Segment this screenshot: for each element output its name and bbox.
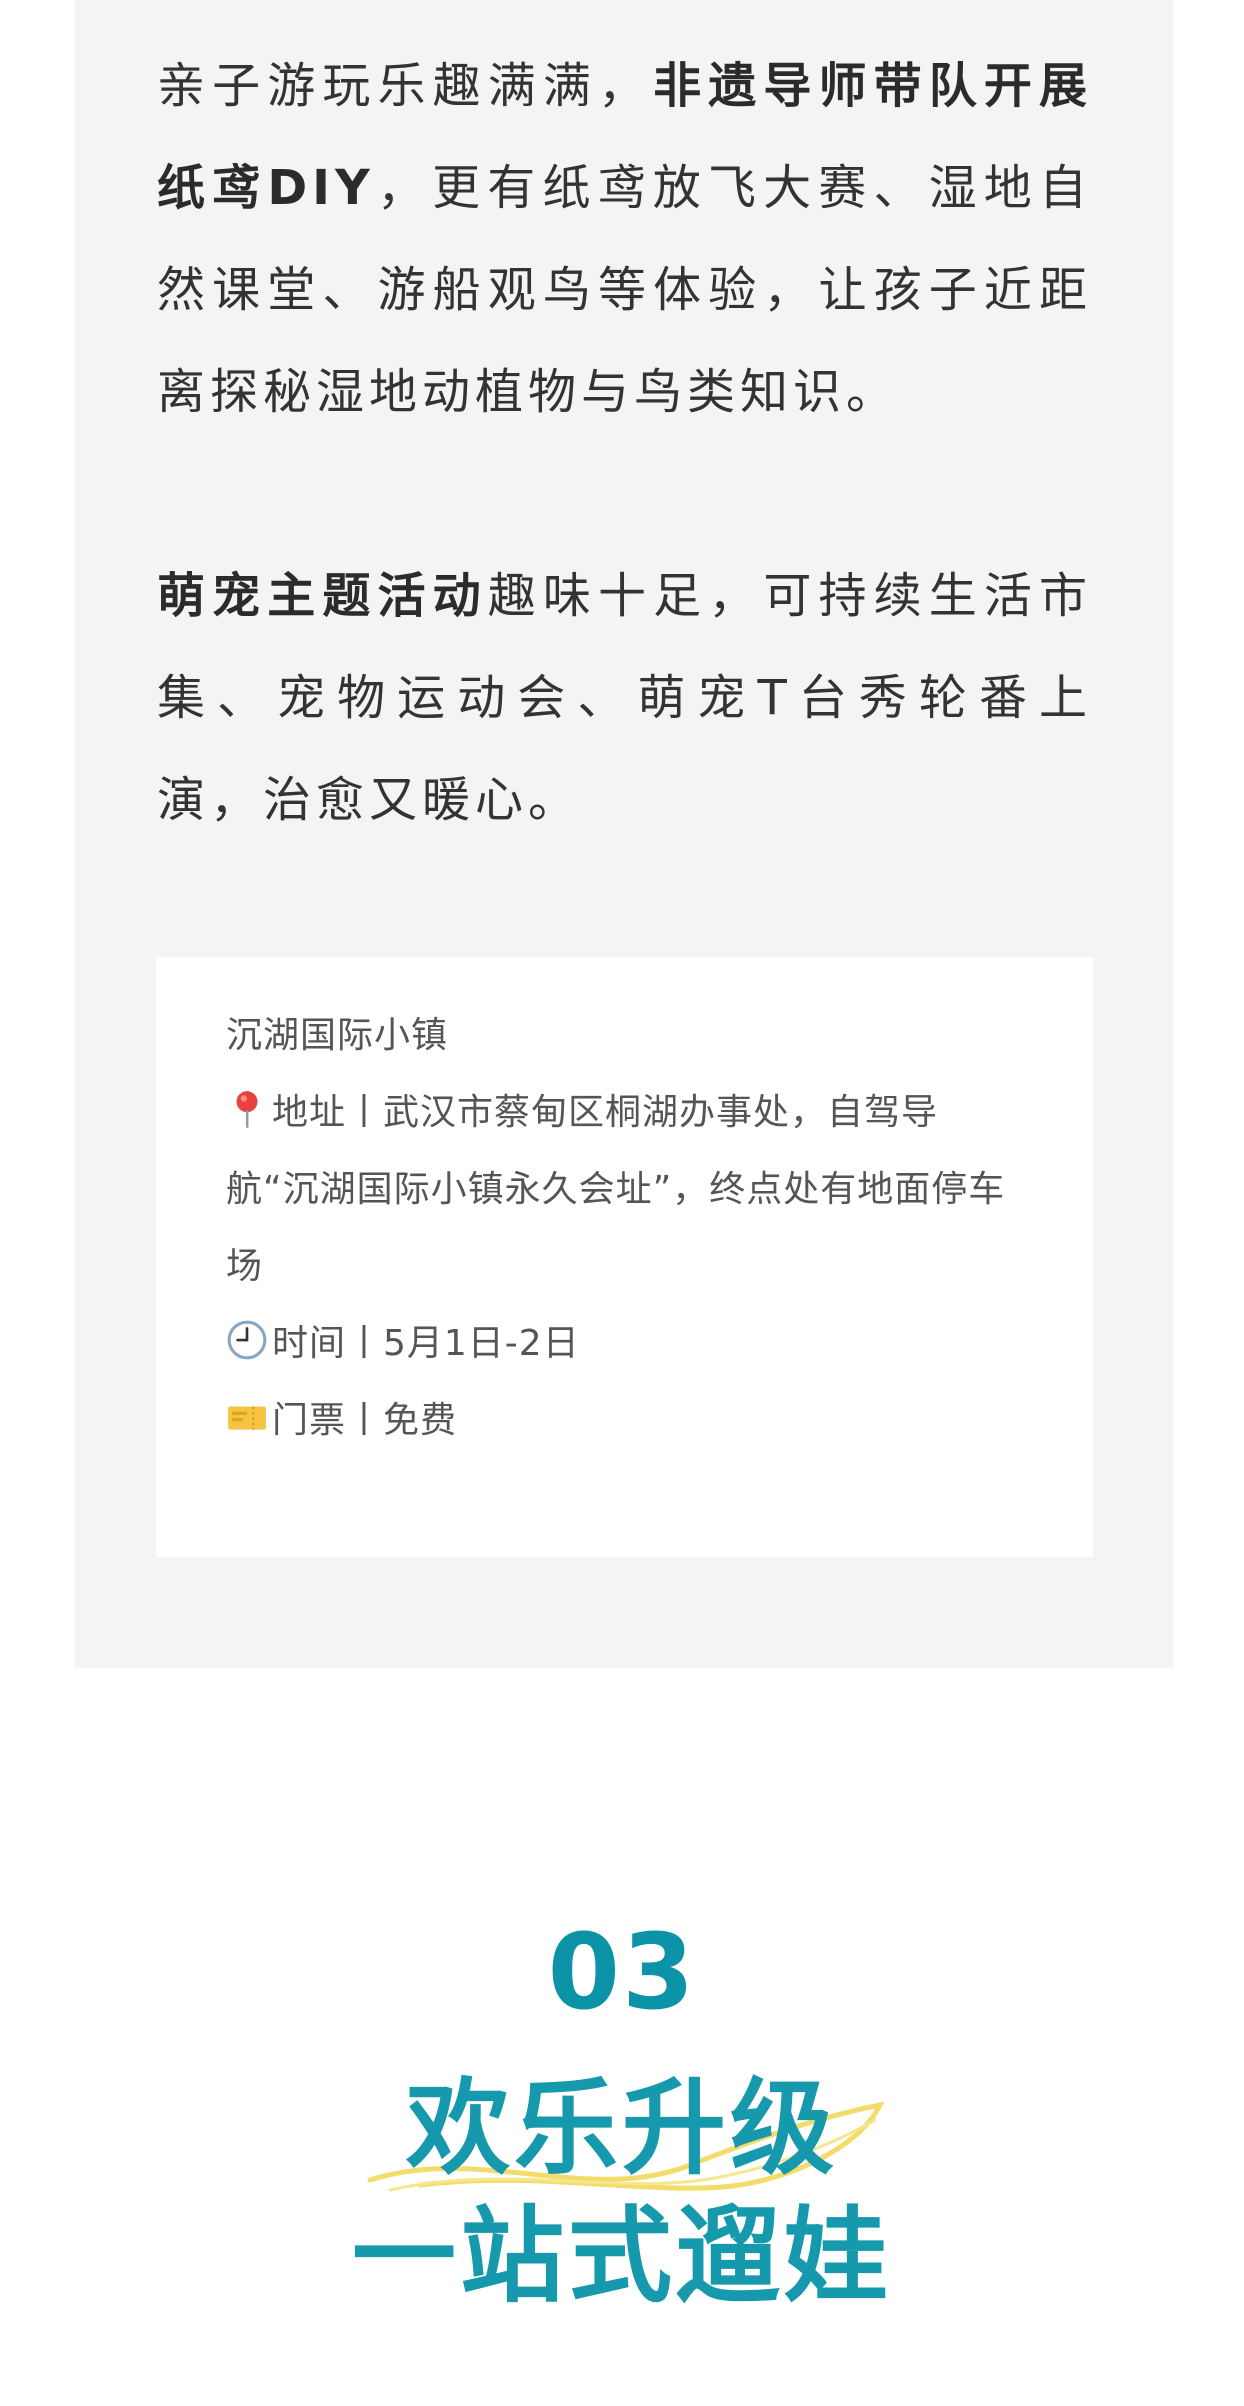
section-number: 03 xyxy=(547,1911,697,2033)
ticket-icon xyxy=(228,1406,266,1430)
venue-address: 地址丨武汉市蔡甸区桐湖办事处，自驾导航“沉湖国际小镇永久会址”，终点处有地面停车… xyxy=(226,1092,1006,1287)
venue-info-list: 沉湖国际小镇 地址丨武汉市蔡甸区桐湖办事处，自驾导航“沉湖国际小镇永久会址”，终… xyxy=(226,997,1026,1459)
venue-name: 沉湖国际小镇 xyxy=(226,1015,449,1056)
content-panel: 亲子游玩乐趣满满，非遗导师带队开展纸鸢DIY，更有纸鸢放飞大赛、湿地自然课堂、游… xyxy=(75,0,1173,1668)
section-title-line-2: 一站式遛娃 xyxy=(351,2195,892,2317)
venue-ticket-line: 门票丨免费 xyxy=(226,1382,1026,1459)
pin-icon xyxy=(236,1091,258,1128)
venue-time-line: 时间丨5月1日-2日 xyxy=(226,1305,1026,1382)
clock-icon xyxy=(227,1320,267,1360)
paragraph-family-activities: 亲子游玩乐趣满满，非遗导师带队开展纸鸢DIY，更有纸鸢放飞大赛、湿地自然课堂、游… xyxy=(157,35,1092,443)
venue-ticket: 门票丨免费 xyxy=(272,1400,458,1441)
para1-text-1: 亲子游玩乐趣满满， xyxy=(157,58,654,114)
para2-bold-1: 萌宠主题活动 xyxy=(157,568,488,624)
paragraph-pet-activities: 萌宠主题活动趣味十足，可持续生活市集、宠物运动会、萌宠T台秀轮番上演，治愈又暖心… xyxy=(157,545,1092,851)
section-title-line-1: 欢乐升级 xyxy=(405,2067,838,2189)
venue-info-card: 沉湖国际小镇 地址丨武汉市蔡甸区桐湖办事处，自驾导航“沉湖国际小镇永久会址”，终… xyxy=(156,957,1093,1557)
venue-time: 时间丨5月1日-2日 xyxy=(272,1323,580,1364)
venue-address-line: 地址丨武汉市蔡甸区桐湖办事处，自驾导航“沉湖国际小镇永久会址”，终点处有地面停车… xyxy=(226,1074,1026,1305)
